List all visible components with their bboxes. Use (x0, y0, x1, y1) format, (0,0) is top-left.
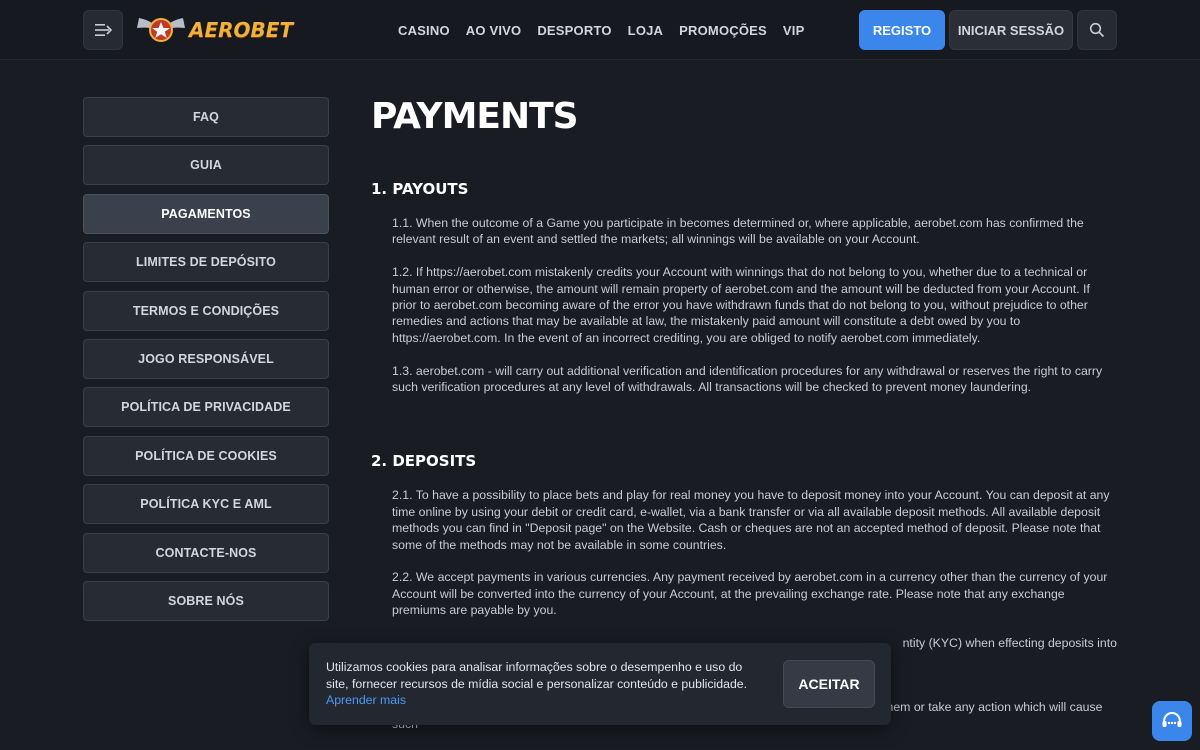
support-chat-button[interactable] (1152, 701, 1192, 741)
nav-desporto[interactable]: DESPORTO (537, 23, 611, 38)
cookie-text: Utilizamos cookies para analisar informa… (326, 660, 748, 691)
sidebar-item-contacte-nos[interactable]: CONTACTE-NOS (83, 532, 329, 573)
top-header: AEROBET CASINO AO VIVO DESPORTO LOJA PRO… (0, 0, 1200, 60)
learn-more-link[interactable]: Aprender mais (326, 692, 766, 709)
cookie-message: Utilizamos cookies para analisar informa… (326, 659, 766, 709)
paragraph-2-1: 2.1. To have a possibility to place bets… (392, 488, 1110, 552)
search-button[interactable] (1077, 10, 1117, 50)
sidebar-nav: FAQ GUIA PAGAMENTOS LIMITES DE DEPÓSITO … (83, 97, 329, 629)
logo[interactable]: AEROBET (135, 10, 293, 50)
sidebar-item-politica-cookies[interactable]: POLÍTICA DE COOKIES (83, 435, 329, 476)
sidebar-item-jogo-responsavel[interactable]: JOGO RESPONSÁVEL (83, 338, 329, 379)
paragraph-1-3: 1.3. aerobet.com - will carry out additi… (392, 363, 1103, 395)
menu-toggle-button[interactable] (83, 10, 123, 50)
page-title: PAYMENTS (371, 96, 579, 137)
sidebar-item-termos-condicoes[interactable]: TERMOS E CONDIÇÕES (83, 290, 329, 331)
nav-vip[interactable]: VIP (783, 23, 805, 38)
section-heading-deposits: 2. DEPOSITS (371, 452, 477, 471)
register-button[interactable]: REGISTO (859, 10, 945, 50)
paragraph-1-1: 1.1. When the outcome of a Game you part… (392, 216, 1084, 247)
logo-emblem-icon (137, 18, 185, 42)
section-heading-payouts: 1. PAYOUTS (371, 180, 469, 198)
nav-loja[interactable]: LOJA (628, 23, 663, 38)
menu-arrow-icon (95, 24, 112, 36)
main-nav: CASINO AO VIVO DESPORTO LOJA PROMOÇÕES V… (398, 0, 804, 60)
sidebar-item-faq[interactable]: FAQ (83, 97, 329, 137)
sidebar-item-politica-kyc-aml[interactable]: POLÍTICA KYC E AML (83, 484, 329, 525)
paragraph-2-2: 2.2. We accept payments in various curre… (392, 570, 1108, 618)
sidebar-item-pagamentos[interactable]: PAGAMENTOS (83, 193, 329, 234)
nav-ao-vivo[interactable]: AO VIVO (466, 23, 522, 38)
sidebar-item-guia[interactable]: GUIA (83, 145, 329, 186)
login-button[interactable]: INICIAR SESSÃO (949, 10, 1073, 50)
cookie-banner: Utilizamos cookies para analisar informa… (309, 643, 891, 725)
sidebar-item-limites-deposito[interactable]: LIMITES DE DEPÓSITO (83, 242, 329, 283)
support-chat-icon (1162, 711, 1182, 727)
sidebar-item-sobre-nos[interactable]: SOBRE NÓS (83, 580, 329, 621)
search-icon (1089, 22, 1105, 38)
logo-text: AEROBET (189, 18, 294, 42)
sidebar-item-politica-privacidade[interactable]: POLÍTICA DE PRIVACIDADE (83, 387, 329, 428)
nav-casino[interactable]: CASINO (398, 23, 450, 38)
nav-promocoes[interactable]: PROMOÇÕES (679, 23, 767, 38)
paragraph-1-2: 1.2. If https://aerobet.com mistakenly c… (392, 265, 1090, 345)
accept-cookies-button[interactable]: ACEITAR (783, 660, 875, 708)
